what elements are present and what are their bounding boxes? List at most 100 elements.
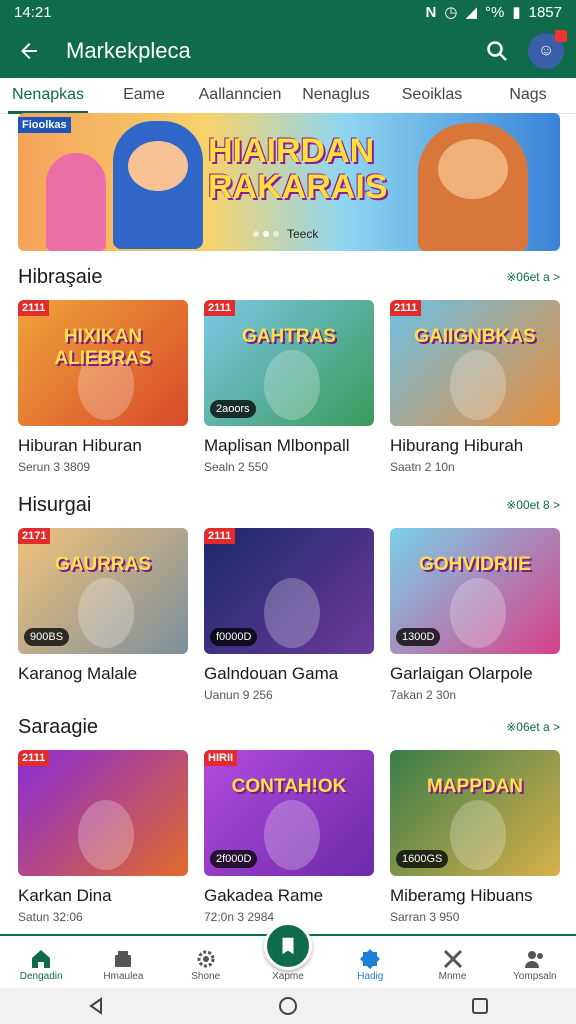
hero-banner[interactable]: Fioolkas HIAIRDAN RAKARAIS Teeck bbox=[18, 113, 560, 251]
game-cover-image[interactable]: MAPPDAN 1600GS bbox=[390, 750, 560, 876]
battery-text: °% bbox=[485, 3, 505, 21]
nav-label: Dengadin bbox=[19, 971, 63, 982]
page-title: Markekpleca bbox=[66, 38, 191, 63]
section-title: Hisurgai bbox=[18, 493, 92, 516]
page-dot bbox=[273, 231, 279, 237]
cover-character bbox=[450, 578, 506, 648]
tools-icon bbox=[443, 949, 462, 969]
cover-ribbon: 2111 bbox=[18, 300, 50, 316]
nav-item-6[interactable]: Yompsaln bbox=[494, 936, 576, 988]
tab-5[interactable]: Nags bbox=[480, 78, 576, 114]
avatar-face-icon: ☺ bbox=[537, 42, 555, 59]
cover-title: HIXIKAN ALIEBRAS bbox=[54, 326, 152, 369]
game-meta: Sarran 3 950 bbox=[390, 910, 460, 924]
card-row: HIXIKAN ALIEBRAS 2111 Hiburan Hiburan Serun… bbox=[18, 300, 560, 474]
game-cover-image[interactable]: CONTAH!OK HIRII 2f000D bbox=[204, 750, 374, 876]
game-title: Karkan Dina bbox=[18, 886, 112, 905]
nav-item-2[interactable]: Shone bbox=[165, 936, 247, 988]
section-header: Hibraşaie ※06et a > bbox=[18, 262, 560, 292]
game-cover-image[interactable]: HIXIKAN ALIEBRAS 2111 bbox=[18, 300, 188, 426]
section-header: Saraagie ※06et a > bbox=[18, 712, 560, 742]
game-cover-image[interactable]: GAIIGNBKAS 2111 bbox=[390, 300, 560, 426]
cover-count-pill: 2aoors bbox=[210, 400, 256, 418]
see-more-link[interactable]: ※00et 8 > bbox=[506, 498, 560, 512]
cover-ribbon: HIRII bbox=[204, 750, 238, 766]
game-title: Maplisan Mlbonpall bbox=[204, 436, 350, 455]
bookmark-icon bbox=[282, 937, 294, 955]
game-card[interactable]: GAURRAS 2171 900BS Karanog Malale bbox=[18, 528, 188, 702]
tab-0[interactable]: Nenapkas bbox=[0, 78, 96, 114]
cover-title: GAURRAS bbox=[54, 554, 152, 575]
game-title: Hiburan Hiburan bbox=[18, 436, 142, 455]
banner-headline-line2: RAKARAIS bbox=[208, 168, 388, 206]
banner-page-indicator[interactable]: Teeck bbox=[253, 227, 318, 241]
nav-item-4[interactable]: Hadig bbox=[329, 936, 411, 988]
alarm-icon: ◷ bbox=[444, 4, 458, 21]
game-meta: 7akan 2 30n bbox=[390, 688, 457, 702]
section-title: Saraagie bbox=[18, 715, 99, 738]
avatar[interactable]: ☺ bbox=[528, 30, 567, 69]
page-dot bbox=[253, 231, 259, 237]
nav-label: Shone bbox=[191, 971, 221, 982]
nfc-icon: N bbox=[425, 3, 437, 21]
game-meta: Saatn 2 10n bbox=[390, 460, 455, 474]
game-card[interactable]: HIXIKAN ALIEBRAS 2111 Hiburan Hiburan Serun… bbox=[18, 300, 188, 474]
banner-character-girl bbox=[46, 153, 106, 251]
game-card[interactable]: GAIIGNBKAS 2111 Hiburang Hiburah Saatn 2 10… bbox=[390, 300, 560, 474]
notification-badge bbox=[555, 30, 567, 42]
cover-character bbox=[264, 578, 320, 648]
game-cover-image[interactable]: 2111 bbox=[18, 750, 188, 876]
cover-count-pill: f0000D bbox=[210, 628, 258, 646]
game-card[interactable]: CONTAH!OK HIRII 2f000D Gakadea Rame 72:0n 3 … bbox=[204, 750, 374, 924]
game-cover-image[interactable]: 2111 f0000D bbox=[204, 528, 374, 654]
tab-bar: Nenapkas Eame Aallanncien Nenaglus Seoiklas N… bbox=[0, 78, 576, 114]
tab-3[interactable]: Nenaglus bbox=[288, 78, 384, 114]
game-card[interactable]: 2111 f0000D Galndouan Gama Uanun 9 256 bbox=[204, 528, 374, 702]
banner-character-boy bbox=[113, 121, 203, 249]
cover-character bbox=[78, 800, 134, 870]
clock-right: 1857 bbox=[528, 3, 562, 21]
search-icon[interactable] bbox=[480, 34, 514, 68]
home-icon bbox=[32, 950, 51, 968]
game-meta: Serun 3 3809 bbox=[18, 460, 91, 474]
game-card[interactable]: GOHVIDRIIE 1300D Garlaigan Olarpole 7akan 2… bbox=[390, 528, 560, 702]
nav-item-1[interactable]: Hmaulea bbox=[82, 936, 164, 988]
game-meta: Satun 32:06 bbox=[18, 910, 83, 924]
home-circle-icon[interactable] bbox=[277, 995, 299, 1017]
cover-character bbox=[78, 578, 134, 648]
back-arrow-icon[interactable] bbox=[12, 34, 46, 68]
battery-icon: ▮ bbox=[512, 4, 521, 21]
see-more-link[interactable]: ※06et a > bbox=[506, 720, 560, 734]
nav-label: Xapme bbox=[272, 971, 304, 982]
cover-ribbon: 2111 bbox=[204, 300, 236, 316]
nav-item-0[interactable]: Dengadin bbox=[0, 936, 82, 988]
nav-item-5[interactable]: Mnme bbox=[411, 936, 493, 988]
tab-1[interactable]: Eame bbox=[96, 78, 192, 114]
status-icons: N ◷ ◢ °% ▮ 1857 bbox=[425, 3, 562, 22]
game-card[interactable]: GAHTRAS 2111 2aoors Maplisan Mlbonpall Sealn… bbox=[204, 300, 374, 474]
cover-character bbox=[264, 350, 320, 420]
game-card[interactable]: 2111 Karkan Dina Satun 32:06 bbox=[18, 750, 188, 924]
cover-character bbox=[450, 350, 506, 420]
cover-title: CONTAH!OK bbox=[231, 776, 347, 797]
game-card[interactable]: MAPPDAN 1600GS Miberamg Hibuans Sarran 3 95… bbox=[390, 750, 560, 924]
back-triangle-icon[interactable] bbox=[86, 996, 106, 1016]
game-cover-image[interactable]: GOHVIDRIIE 1300D bbox=[390, 528, 560, 654]
cover-count-pill: 1300D bbox=[396, 628, 441, 646]
game-cover-image[interactable]: GAURRAS 2171 900BS bbox=[18, 528, 188, 654]
see-more-link[interactable]: ※06et a > bbox=[506, 270, 560, 284]
section-header: Hisurgai ※00et 8 > bbox=[18, 490, 560, 520]
game-cover-image[interactable]: GAHTRAS 2111 2aoors bbox=[204, 300, 374, 426]
banner-headline: HIAIRDAN RAKARAIS bbox=[208, 133, 387, 205]
recents-square-icon[interactable] bbox=[470, 996, 490, 1016]
bookmark-fab-button[interactable] bbox=[264, 922, 312, 970]
tab-2[interactable]: Aallanncien bbox=[192, 78, 288, 114]
section: Hisurgai ※00et 8 > GAURRAS 2171 900BS Karanog… bbox=[18, 490, 560, 702]
game-title: Miberamg Hibuans bbox=[390, 886, 533, 905]
game-title: Garlaigan Olarpole bbox=[390, 664, 533, 683]
page-dot-active bbox=[263, 231, 269, 237]
tab-4[interactable]: Seoiklas bbox=[384, 78, 480, 114]
status-bar: 14:21 N ◷ ◢ °% ▮ 1857 bbox=[0, 0, 576, 24]
store-icon bbox=[115, 951, 132, 967]
wifi-icon: ◢ bbox=[465, 4, 478, 21]
